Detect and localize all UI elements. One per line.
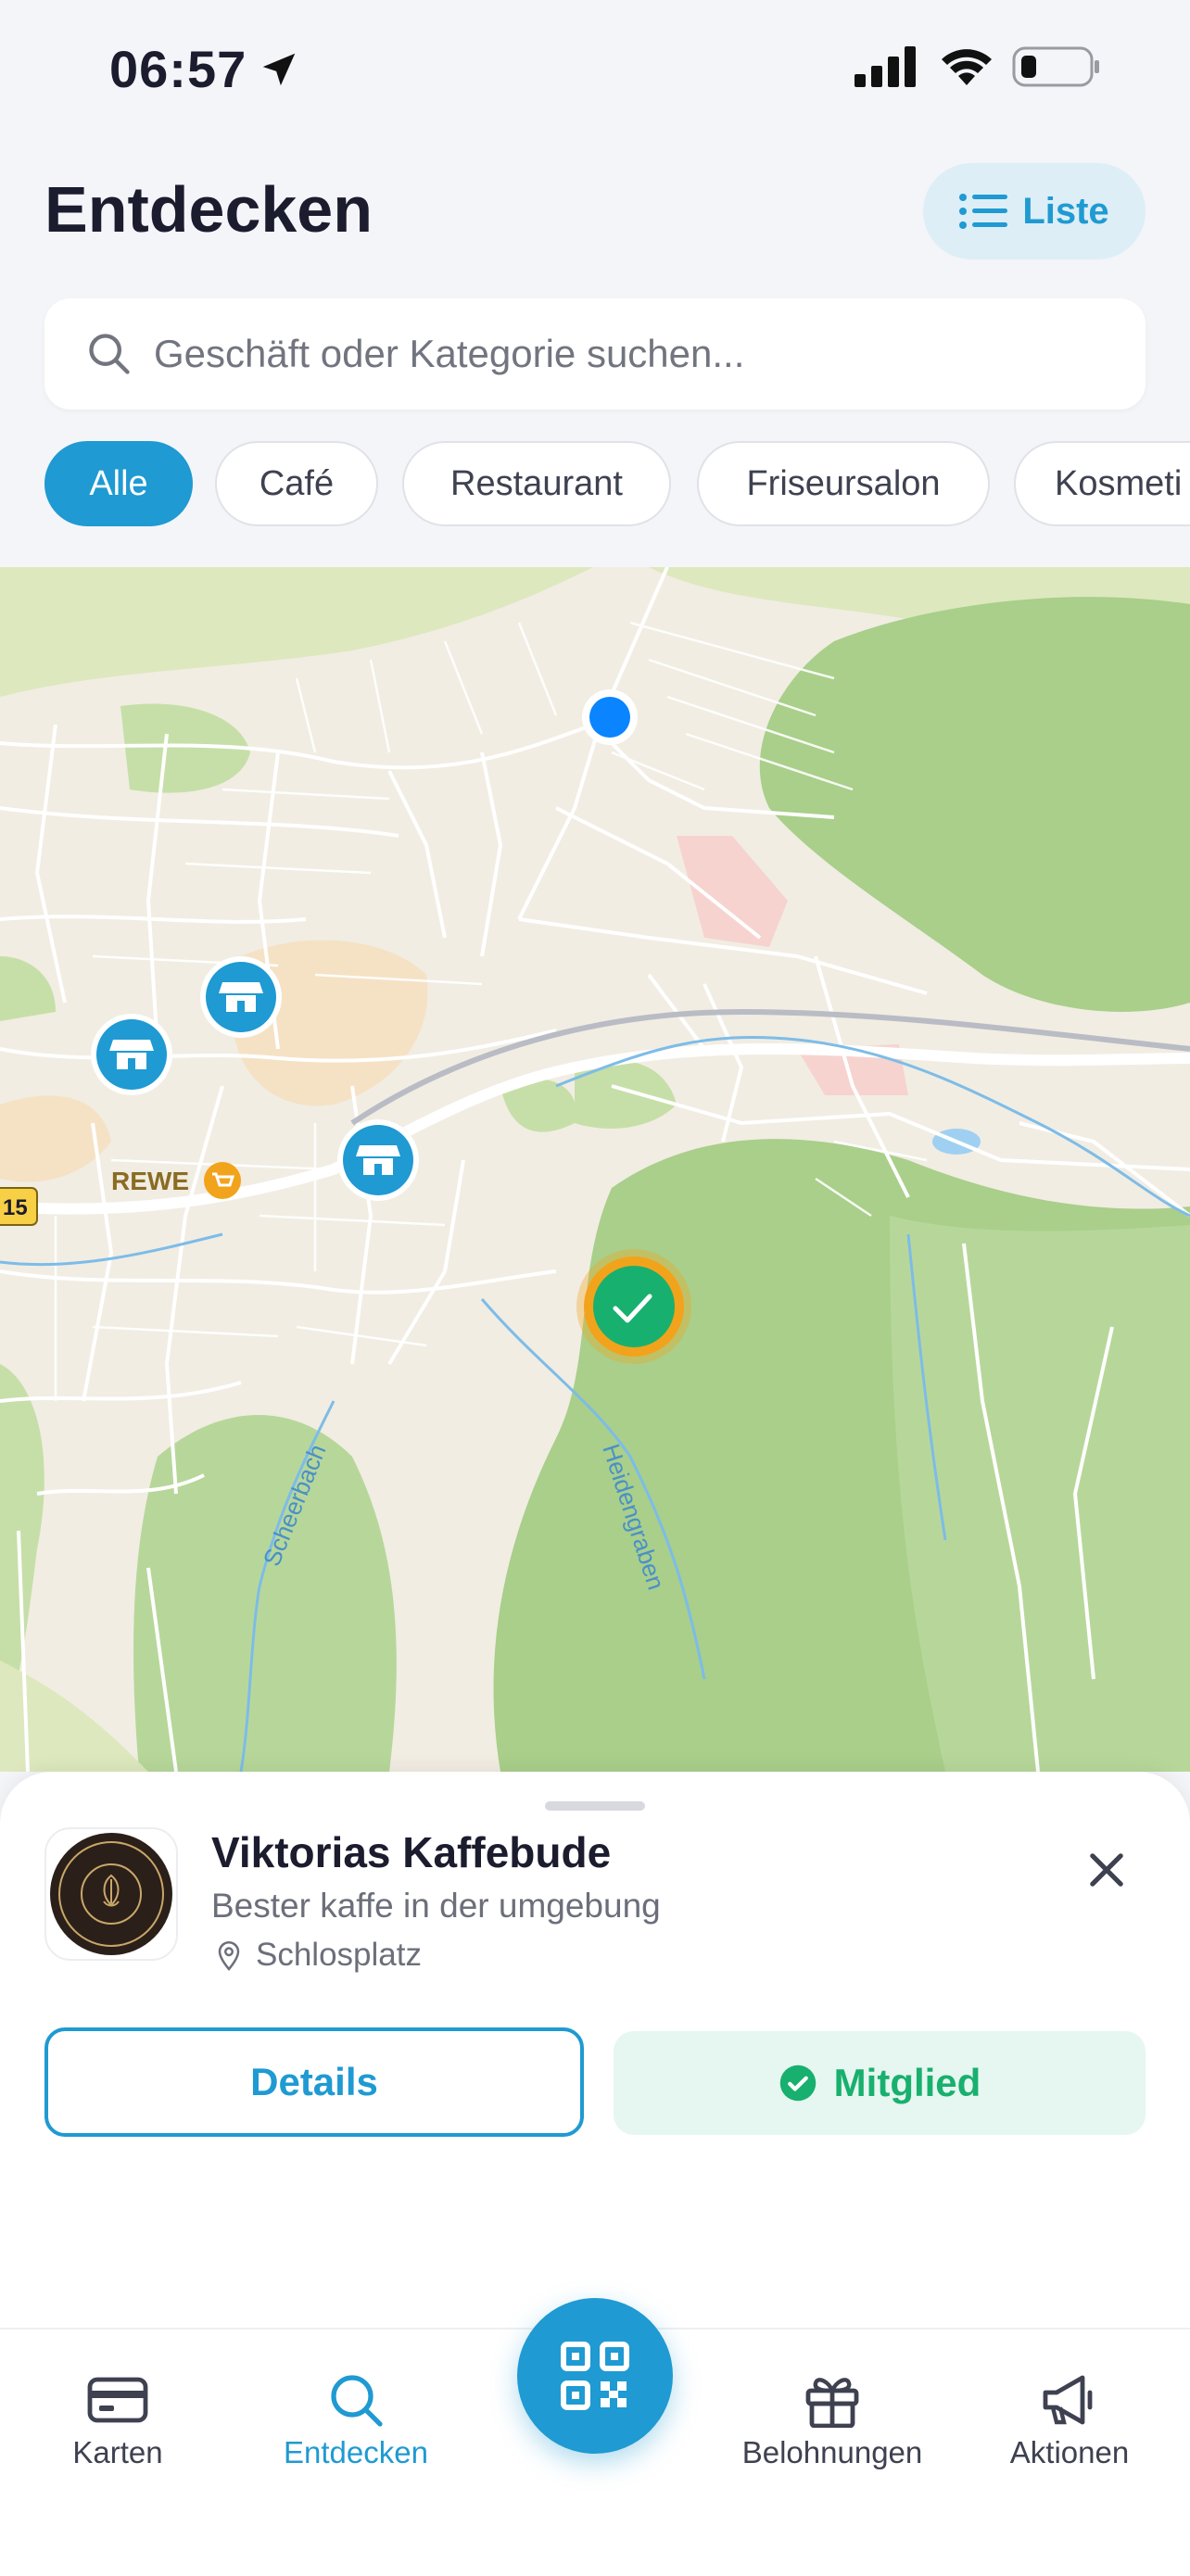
filter-chip-alle[interactable]: Alle	[44, 441, 193, 526]
list-button-label: Liste	[1022, 191, 1108, 233]
coffee-logo-icon	[50, 1833, 172, 1955]
close-icon[interactable]	[1082, 1846, 1131, 1894]
store-marker-3[interactable]	[337, 1119, 419, 1201]
details-button[interactable]: Details	[44, 2027, 584, 2137]
business-logo	[44, 1827, 178, 1961]
map-forest-south-east	[890, 1216, 1190, 1772]
search-input[interactable]	[152, 331, 1082, 377]
road-number-label: 15	[3, 1195, 28, 1220]
details-button-label: Details	[250, 2060, 378, 2104]
qr-code-icon	[560, 2341, 630, 2411]
member-button-label: Mitglied	[834, 2061, 981, 2105]
card-icon	[86, 2372, 149, 2428]
tab-karten-label: Karten	[72, 2435, 162, 2470]
map-view[interactable]: Scheerbach Heidengraben 15 REWE	[0, 567, 1190, 1772]
tab-belohnungen[interactable]: Belohnungen	[730, 2372, 934, 2470]
status-time: 06:57	[109, 39, 247, 99]
business-location-label: Schlosplatz	[256, 1937, 422, 1974]
business-name: Viktorias Kaffebude	[211, 1827, 611, 1877]
tab-belohnungen-label: Belohnungen	[742, 2435, 923, 2470]
location-arrow-icon	[258, 48, 300, 91]
wifi-icon	[938, 44, 995, 89]
store-marker-2[interactable]	[91, 1014, 172, 1095]
filter-chip-kosmetik[interactable]: Kosmeti	[1014, 441, 1190, 526]
store-marker-1[interactable]	[200, 956, 282, 1038]
business-location: Schlosplatz	[215, 1937, 422, 1974]
sheet-grabber[interactable]	[545, 1801, 645, 1811]
selected-member-marker[interactable]	[576, 1249, 691, 1364]
tab-aktionen[interactable]: Aktionen	[968, 2372, 1171, 2470]
search-icon	[85, 330, 133, 378]
megaphone-icon	[1038, 2372, 1101, 2428]
tab-entdecken[interactable]: Entdecken	[254, 2372, 458, 2470]
qr-scan-button[interactable]	[517, 2298, 673, 2454]
category-filter-bar: Alle Café Restaurant Friseursalon Kosmet…	[44, 441, 1190, 530]
user-location-dot	[589, 697, 630, 738]
page-title: Entdecken	[44, 172, 373, 246]
search-icon	[324, 2372, 387, 2428]
cellular-signal-icon	[855, 46, 919, 87]
tab-entdecken-label: Entdecken	[284, 2435, 428, 2470]
gift-icon	[801, 2372, 864, 2428]
battery-icon	[1012, 46, 1101, 87]
list-view-button[interactable]: Liste	[923, 163, 1146, 259]
member-status-button[interactable]: Mitglied	[614, 2031, 1146, 2135]
search-bar[interactable]	[44, 298, 1146, 410]
map-pin-icon	[215, 1938, 243, 1972]
tab-aktionen-label: Aktionen	[1010, 2435, 1129, 2470]
filter-chip-restaurant[interactable]: Restaurant	[402, 441, 671, 526]
filter-chip-friseursalon[interactable]: Friseursalon	[697, 441, 990, 526]
poi-label-rewe: REWE	[111, 1167, 189, 1195]
check-circle-icon	[779, 2064, 817, 2102]
tab-karten[interactable]: Karten	[16, 2372, 220, 2470]
list-icon	[959, 193, 1007, 230]
business-description: Bester kaffe in der umgebung	[211, 1887, 661, 1926]
poi-rewe-marker[interactable]	[204, 1162, 241, 1199]
filter-chip-cafe[interactable]: Café	[215, 441, 378, 526]
